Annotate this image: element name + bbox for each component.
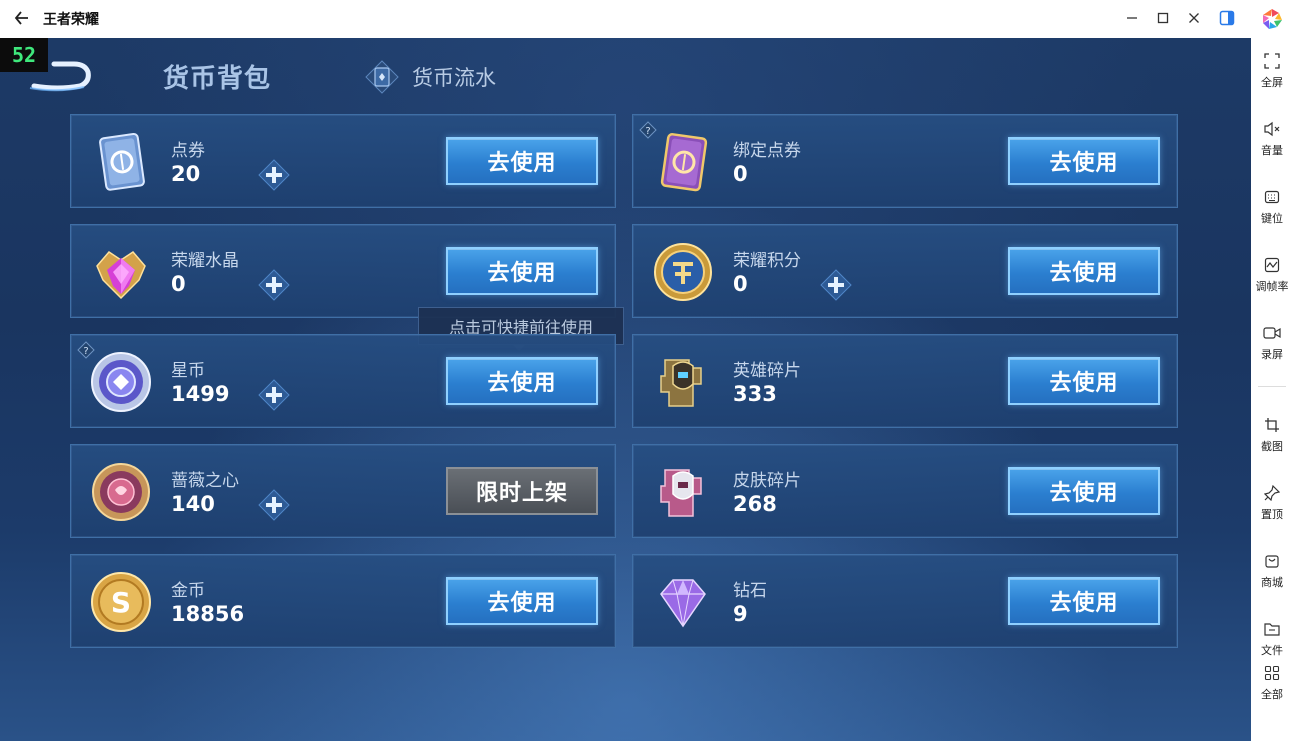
crop-icon (1263, 416, 1281, 434)
glory-points-medal-icon (651, 240, 715, 304)
add-plus-icon[interactable] (257, 488, 291, 522)
currency-value: 268 (733, 492, 777, 516)
currency-value: 140 (171, 492, 215, 516)
currency-value: 333 (733, 382, 777, 406)
toolbar-record[interactable]: 录屏 (1251, 324, 1293, 362)
pin-icon (1263, 484, 1281, 502)
toolbar-screenshot[interactable]: 截图 (1251, 416, 1293, 454)
currency-card-hero-fragment: 英雄碎片 333 去使用 (632, 334, 1178, 428)
currency-card-star-coin: ? 星币 1499 去使用 (70, 334, 616, 428)
add-plus-icon[interactable] (257, 378, 291, 412)
back-arrow-icon[interactable] (10, 6, 34, 30)
app-logo-icon (1260, 7, 1284, 31)
toolbar-keymap[interactable]: 键位 (1251, 188, 1293, 226)
svg-text:?: ? (645, 126, 650, 137)
use-button[interactable]: 去使用 (1008, 357, 1160, 405)
volume-muted-icon (1263, 120, 1281, 138)
add-plus-icon[interactable] (257, 268, 291, 302)
keyboard-icon (1263, 188, 1281, 206)
currency-name: 钻石 (733, 581, 767, 601)
currency-value: 9 (733, 602, 748, 626)
framerate-icon (1263, 256, 1281, 274)
toolbar-store[interactable]: 商城 (1251, 552, 1293, 590)
close-icon[interactable] (1183, 7, 1205, 29)
currency-name: 点券 (171, 141, 205, 161)
currency-value: 20 (171, 162, 201, 186)
currency-name: 荣耀积分 (733, 251, 801, 271)
skin-fragment-icon (651, 460, 715, 524)
fullscreen-icon (1263, 52, 1281, 70)
diamond-icon (651, 570, 715, 634)
use-button[interactable]: 去使用 (1008, 577, 1160, 625)
toolbar-all[interactable]: 全部 (1251, 664, 1293, 702)
record-icon (1263, 324, 1281, 342)
currency-value: 0 (733, 272, 748, 296)
bound-coupon-ticket-icon (651, 130, 715, 194)
grid-icon (1263, 664, 1281, 682)
currency-name: 绑定点券 (733, 141, 801, 161)
coupon-ticket-icon (89, 130, 153, 194)
ticket-flow-icon (364, 60, 400, 94)
currency-card-glory-crystal: 荣耀水晶 0 去使用 (70, 224, 616, 318)
sidebar-toggle-icon[interactable] (1216, 7, 1238, 29)
use-button[interactable]: 去使用 (446, 357, 598, 405)
limited-time-button[interactable]: 限时上架 (446, 467, 598, 515)
store-icon (1263, 552, 1281, 570)
add-plus-icon[interactable] (819, 268, 853, 302)
currency-card-bound-coupon: ? 绑定点券 0 去使用 (632, 114, 1178, 208)
tab-currency-backpack[interactable]: 货币背包 (163, 58, 271, 95)
use-button[interactable]: 去使用 (1008, 247, 1160, 295)
use-button[interactable]: 去使用 (446, 247, 598, 295)
currency-card-rose-heart: 蔷薇之心 140 限时上架 (70, 444, 616, 538)
toolbar-fullscreen[interactable]: 全屏 (1251, 52, 1293, 90)
game-back-button[interactable] (28, 60, 94, 92)
toolbar-files[interactable]: 文件 (1251, 620, 1293, 658)
currency-name: 荣耀水晶 (171, 251, 239, 271)
game-viewport: 52 货币背包 货币流水 点券 20 去使用 ? 绑定点券 0 去使用 荣耀水晶… (0, 38, 1251, 741)
use-button[interactable]: 去使用 (1008, 467, 1160, 515)
svg-text:?: ? (83, 346, 88, 357)
star-coin-icon (89, 350, 153, 414)
emulator-toolbar: 全屏 音量 键位 调帧率 录屏 截图 置顶 商城 文件 全部 (1251, 38, 1293, 741)
tab-currency-flow-label: 货币流水 (412, 66, 496, 90)
currency-name: 英雄碎片 (733, 361, 801, 381)
currency-card-glory-points: 荣耀积分 0 去使用 (632, 224, 1178, 318)
window-titlebar: 王者荣耀 (0, 0, 1293, 38)
currency-name: 蔷薇之心 (171, 471, 239, 491)
hero-fragment-icon (651, 350, 715, 414)
gold-coin-icon: S (89, 570, 153, 634)
use-button[interactable]: 去使用 (446, 577, 598, 625)
currency-card-coupon: 点券 20 去使用 (70, 114, 616, 208)
use-button[interactable]: 去使用 (446, 137, 598, 185)
currency-name: 金币 (171, 581, 205, 601)
glory-crystal-icon (89, 240, 153, 304)
toolbar-divider (1258, 386, 1286, 387)
use-button[interactable]: 去使用 (1008, 137, 1160, 185)
minimize-icon[interactable] (1121, 7, 1143, 29)
currency-value: 0 (733, 162, 748, 186)
tab-currency-flow[interactable]: 货币流水 (364, 60, 496, 94)
currency-value: 0 (171, 272, 186, 296)
window-title: 王者荣耀 (43, 12, 99, 28)
toolbar-pin[interactable]: 置顶 (1251, 484, 1293, 522)
svg-text:S: S (111, 586, 131, 619)
rose-heart-icon (89, 460, 153, 524)
add-plus-icon[interactable] (257, 158, 291, 192)
currency-name: 皮肤碎片 (733, 471, 801, 491)
currency-card-diamond: 钻石 9 去使用 (632, 554, 1178, 648)
currency-card-gold-coin: S 金币 18856 去使用 (70, 554, 616, 648)
folder-icon (1263, 620, 1281, 638)
currency-value: 18856 (171, 602, 245, 626)
currency-name: 星币 (171, 361, 205, 381)
toolbar-framerate[interactable]: 调帧率 (1251, 256, 1293, 294)
currency-card-skin-fragment: 皮肤碎片 268 去使用 (632, 444, 1178, 538)
toolbar-volume[interactable]: 音量 (1251, 120, 1293, 158)
currency-value: 1499 (171, 382, 230, 406)
maximize-icon[interactable] (1152, 7, 1174, 29)
